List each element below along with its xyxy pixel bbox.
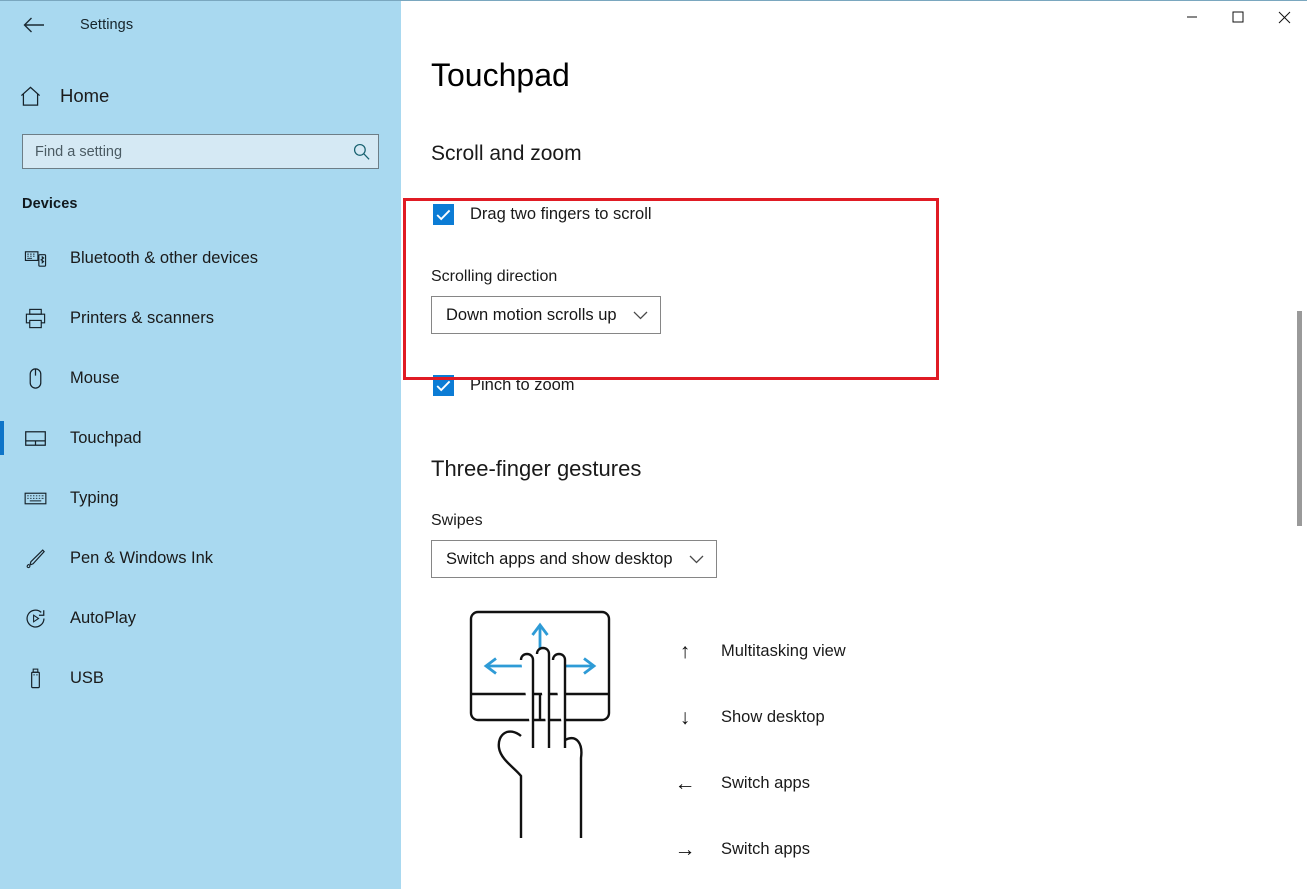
sidebar-item-mouse[interactable]: Mouse <box>0 348 401 408</box>
arrow-left-icon: ← <box>674 771 696 795</box>
sidebar-item-home[interactable]: Home <box>0 74 401 118</box>
sidebar: Settings Home Devices <box>0 1 401 889</box>
selection-accent-bar <box>0 421 4 455</box>
drag-two-fingers-checkbox[interactable] <box>433 204 454 225</box>
home-icon <box>14 85 46 108</box>
sidebar-titlebar: Settings <box>0 1 401 49</box>
sidebar-nav-list: Bluetooth & other devices Printers & sca… <box>0 228 401 708</box>
touchpad-icon <box>22 425 48 451</box>
back-button[interactable] <box>14 9 54 41</box>
window-controls <box>1169 1 1307 33</box>
maximize-button[interactable] <box>1215 1 1261 33</box>
back-arrow-icon <box>23 17 44 33</box>
search-input[interactable] <box>23 135 344 168</box>
sidebar-item-usb[interactable]: USB <box>0 648 401 708</box>
sidebar-item-label: Bluetooth & other devices <box>70 248 259 267</box>
sidebar-item-label: Touchpad <box>70 428 142 447</box>
autoplay-icon <box>22 605 48 631</box>
legend-label: Show desktop <box>721 707 825 726</box>
three-finger-gesture-block: ↑ Multitasking view ↓ Show desktop ← Swi… <box>431 608 1307 882</box>
sidebar-item-pen-windows-ink[interactable]: Pen & Windows Ink <box>0 528 401 588</box>
arrow-up-icon: ↑ <box>679 639 691 663</box>
settings-window: Settings Home Devices <box>0 0 1307 889</box>
checkmark-icon <box>436 380 451 391</box>
swipes-value: Switch apps and show desktop <box>446 549 673 568</box>
bluetooth-devices-icon <box>22 245 48 271</box>
three-finger-swipe-illustration <box>469 608 649 843</box>
arrow-right-icon: → <box>674 837 696 861</box>
sidebar-item-printers-scanners[interactable]: Printers & scanners <box>0 288 401 348</box>
maximize-icon <box>1232 11 1244 23</box>
sidebar-item-label: Pen & Windows Ink <box>70 548 214 567</box>
legend-item: ↓ Show desktop <box>671 684 846 750</box>
legend-label: Switch apps <box>721 839 810 858</box>
gesture-legend-list: ↑ Multitasking view ↓ Show desktop ← Swi… <box>671 618 846 882</box>
sidebar-item-label: USB <box>70 668 104 687</box>
main-content: Touchpad Scroll and zoom Drag two finger… <box>401 1 1307 889</box>
drag-two-fingers-label: Drag two fingers to scroll <box>470 205 652 223</box>
app-title: Settings <box>80 17 134 33</box>
sidebar-item-touchpad[interactable]: Touchpad <box>0 408 401 468</box>
vertical-scrollbar[interactable] <box>1293 33 1305 889</box>
chevron-down-icon <box>633 311 648 320</box>
legend-label: Multitasking view <box>721 641 846 660</box>
three-finger-gestures-heading: Three-finger gestures <box>431 456 642 481</box>
search-box[interactable] <box>22 134 379 169</box>
checkmark-icon <box>436 209 451 220</box>
pen-icon <box>22 545 48 571</box>
sidebar-item-bluetooth-other-devices[interactable]: Bluetooth & other devices <box>0 228 401 288</box>
legend-item: ← Switch apps <box>671 750 846 816</box>
swipes-dropdown[interactable]: Switch apps and show desktop <box>431 540 717 578</box>
keyboard-icon <box>22 485 48 511</box>
pinch-to-zoom-checkbox[interactable] <box>433 375 454 396</box>
chevron-down-icon <box>689 555 704 564</box>
scrollbar-thumb[interactable] <box>1297 311 1302 526</box>
sidebar-item-typing[interactable]: Typing <box>0 468 401 528</box>
sidebar-section-label: Devices <box>22 196 78 212</box>
sidebar-item-label: Mouse <box>70 368 120 387</box>
swipes-label: Swipes <box>431 512 483 529</box>
close-button[interactable] <box>1261 1 1307 33</box>
sidebar-item-autoplay[interactable]: AutoPlay <box>0 588 401 648</box>
usb-icon <box>22 665 48 691</box>
legend-label: Switch apps <box>721 773 810 792</box>
scrolling-direction-dropdown[interactable]: Down motion scrolls up <box>431 296 661 334</box>
home-label: Home <box>60 85 110 106</box>
scrolling-direction-value: Down motion scrolls up <box>446 305 617 324</box>
minimize-icon <box>1187 16 1197 18</box>
sidebar-item-label: Typing <box>70 488 119 507</box>
legend-item: → Switch apps <box>671 816 846 882</box>
mouse-icon <box>22 365 48 391</box>
pinch-to-zoom-label: Pinch to zoom <box>470 376 575 394</box>
close-icon <box>1278 11 1290 23</box>
settings-content: Touchpad Scroll and zoom Drag two finger… <box>401 1 1307 882</box>
scrolling-direction-label: Scrolling direction <box>431 268 558 285</box>
search-icon[interactable] <box>344 135 378 168</box>
legend-item: ↑ Multitasking view <box>671 618 846 684</box>
scroll-and-zoom-heading: Scroll and zoom <box>431 142 582 165</box>
minimize-button[interactable] <box>1169 1 1215 33</box>
printer-icon <box>22 305 48 331</box>
sidebar-item-label: AutoPlay <box>70 608 137 627</box>
sidebar-item-label: Printers & scanners <box>70 308 214 327</box>
drag-two-fingers-checkbox-row[interactable]: Drag two fingers to scroll <box>433 204 1307 225</box>
arrow-down-icon: ↓ <box>679 705 691 729</box>
pinch-to-zoom-checkbox-row[interactable]: Pinch to zoom <box>433 375 1307 396</box>
page-title: Touchpad <box>431 57 570 93</box>
